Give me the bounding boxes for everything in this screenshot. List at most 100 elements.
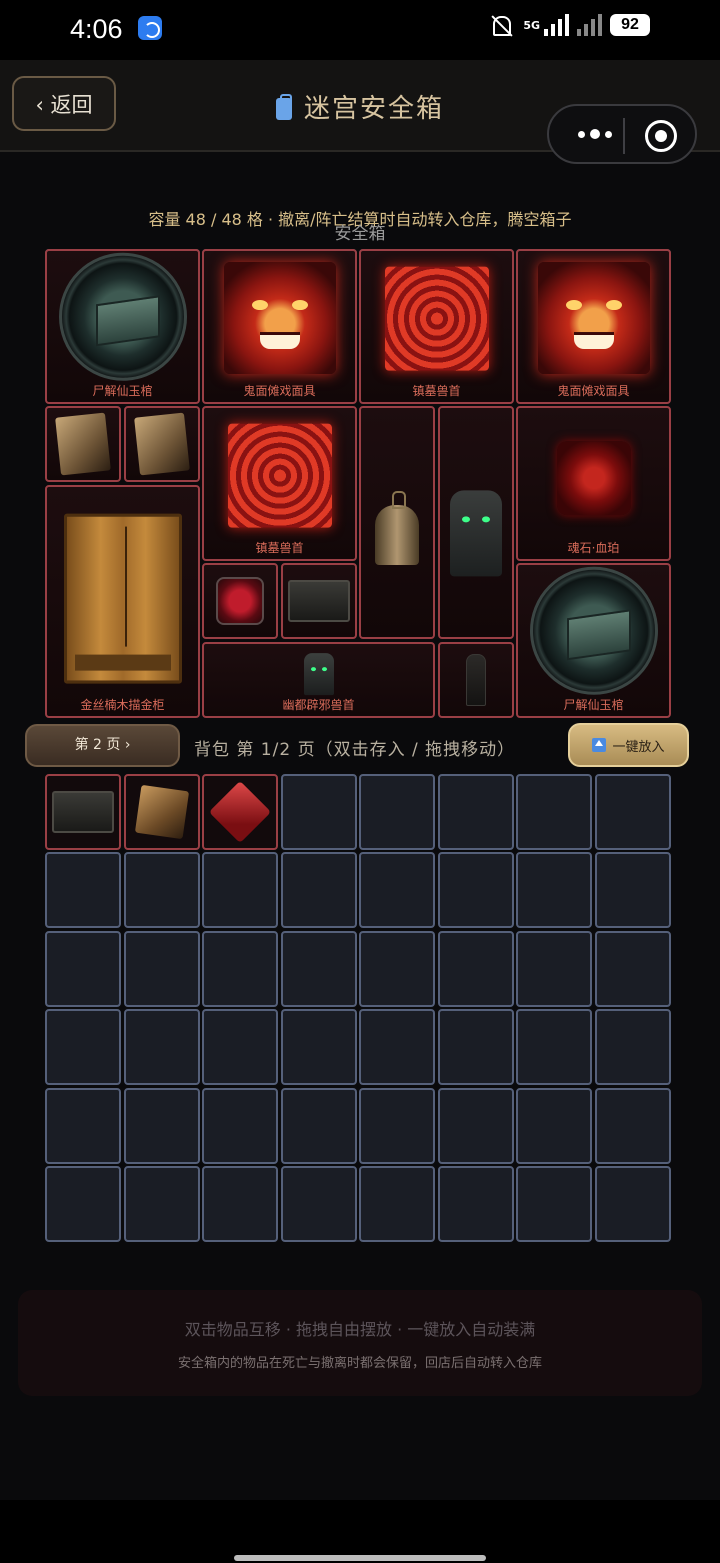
bag-slot[interactable] — [45, 1088, 121, 1164]
safe-item-tomb-beast[interactable]: 镇墓兽首 — [202, 406, 357, 561]
status-bar: 4:06 5G 92 — [0, 0, 720, 60]
item-label: 幽都辟邪兽首 — [282, 698, 355, 712]
red-gem-icon — [208, 780, 272, 844]
bag-slot[interactable] — [438, 774, 514, 850]
safe-item-demon-mask[interactable]: 鬼面傩戏面具 — [516, 249, 671, 404]
item-label: 镇墓兽首 — [255, 541, 304, 555]
page-title-text: 迷宫安全箱 — [303, 94, 444, 124]
bag-slot[interactable] — [202, 1166, 278, 1242]
bag-slot[interactable] — [438, 1166, 514, 1242]
bag-slot[interactable] — [202, 1009, 278, 1085]
bag-slot[interactable] — [202, 1088, 278, 1164]
bag-slot[interactable] — [516, 931, 592, 1007]
bag-slot[interactable] — [516, 774, 592, 850]
safe-box-label: 安全箱 — [334, 224, 386, 244]
bag-slot[interactable] — [124, 1166, 200, 1242]
safe-item-stone-tablet[interactable] — [281, 563, 357, 639]
safe-item-blood-amber[interactable]: 魂石·血珀 — [516, 406, 671, 561]
item-label: 镇墓兽首 — [412, 384, 461, 398]
bag-slot[interactable] — [45, 852, 121, 928]
safe-item-bronze-bell[interactable] — [359, 406, 435, 639]
bag-slot[interactable] — [359, 931, 435, 1007]
bag-slot[interactable] — [281, 852, 357, 928]
bag-slot[interactable] — [281, 1166, 357, 1242]
bag-slot[interactable] — [45, 1166, 121, 1242]
ore-cube-icon — [134, 784, 190, 840]
item-label: 鬼面傩戏面具 — [557, 384, 630, 398]
signal-icon — [544, 14, 569, 36]
app-notification-icon — [138, 16, 162, 40]
stone-tablet-icon — [288, 580, 350, 622]
safe-item-tomb-beast[interactable]: 镇墓兽首 — [359, 249, 514, 404]
tomb-beast-head-icon — [227, 423, 332, 528]
demon-mask-icon — [537, 261, 650, 374]
bag-slot[interactable] — [438, 1009, 514, 1085]
bag-slot[interactable] — [595, 1009, 671, 1085]
battery-icon: 92 — [610, 14, 650, 36]
bag-item-ore-cube[interactable] — [124, 774, 200, 850]
bag-slot[interactable] — [202, 852, 278, 928]
safe-item-stone-idol[interactable] — [438, 406, 514, 639]
bag-slot[interactable] — [359, 774, 435, 850]
bag-slot[interactable] — [281, 1088, 357, 1164]
bottom-area — [0, 1500, 720, 1563]
bag-item-red-gem[interactable] — [202, 774, 278, 850]
heart-icon — [216, 577, 264, 625]
hint-line-1: 双击物品互移 · 拖拽自由摆放 · 一键放入自动装满 — [184, 1320, 536, 1339]
demon-mask-icon — [223, 261, 336, 374]
close-target-icon[interactable] — [645, 120, 677, 152]
bag-slot[interactable] — [359, 1088, 435, 1164]
bag-slot[interactable] — [516, 1166, 592, 1242]
capsule-divider — [623, 118, 625, 154]
status-icons: 5G 92 — [489, 14, 650, 36]
mini-program-capsule — [547, 104, 697, 164]
safe-item-demon-mask[interactable]: 鬼面傩戏面具 — [202, 249, 357, 404]
bag-slot[interactable] — [124, 931, 200, 1007]
item-label: 尸解仙玉棺 — [563, 698, 624, 712]
network-type: 5G — [523, 18, 540, 32]
stone-tablet-icon — [52, 791, 114, 833]
more-icon[interactable] — [567, 120, 623, 148]
next-page-button[interactable]: 第 2 页 › — [25, 724, 180, 767]
bag-slot[interactable] — [595, 852, 671, 928]
hint-line-2: 安全箱内的物品在死亡与撤离时都会保留，回店后自动转入仓库 — [177, 1356, 542, 1371]
auto-fill-label: 一键放入 — [612, 739, 665, 755]
safe-item-scroll[interactable] — [45, 406, 121, 482]
bag-slot[interactable] — [45, 1009, 121, 1085]
bag-slot[interactable] — [202, 931, 278, 1007]
bag-slot[interactable] — [281, 1009, 357, 1085]
bag-slot[interactable] — [438, 1088, 514, 1164]
bag-slot[interactable] — [595, 1166, 671, 1242]
bag-slot[interactable] — [516, 852, 592, 928]
bag-slot[interactable] — [124, 852, 200, 928]
bag-slot[interactable] — [359, 1166, 435, 1242]
bag-slot[interactable] — [124, 1009, 200, 1085]
backpack-grid — [45, 774, 671, 1244]
bag-slot[interactable] — [516, 1009, 592, 1085]
bag-slot[interactable] — [45, 931, 121, 1007]
bag-slot[interactable] — [595, 774, 671, 850]
safe-item-jade-coffin[interactable]: 尸解仙玉棺 — [45, 249, 200, 404]
safe-item-ward-beast-head[interactable]: 幽都辟邪兽首 — [202, 642, 435, 718]
item-label: 鬼面傩戏面具 — [243, 384, 316, 398]
bag-slot[interactable] — [281, 774, 357, 850]
safe-item-stele[interactable] — [438, 642, 514, 718]
bag-slot[interactable] — [281, 931, 357, 1007]
home-indicator[interactable] — [234, 1555, 486, 1561]
bag-slot[interactable] — [595, 1088, 671, 1164]
safe-item-scroll[interactable] — [124, 406, 200, 482]
stone-idol-icon — [450, 489, 502, 576]
bag-item-stone-tablet[interactable] — [45, 774, 121, 850]
bag-slot[interactable] — [124, 1088, 200, 1164]
bronze-bell-icon — [375, 490, 419, 565]
bag-slot[interactable] — [359, 852, 435, 928]
safe-item-heart[interactable] — [202, 563, 278, 639]
bag-slot[interactable] — [359, 1009, 435, 1085]
bag-slot[interactable] — [438, 931, 514, 1007]
bag-slot[interactable] — [438, 852, 514, 928]
bag-slot[interactable] — [595, 931, 671, 1007]
safe-item-jade-coffin[interactable]: 尸解仙玉棺 — [516, 563, 671, 718]
safe-item-wooden-cabinet[interactable]: 金丝楠木描金柜 — [45, 485, 200, 718]
auto-fill-button[interactable]: 一键放入 — [568, 723, 689, 767]
bag-slot[interactable] — [516, 1088, 592, 1164]
